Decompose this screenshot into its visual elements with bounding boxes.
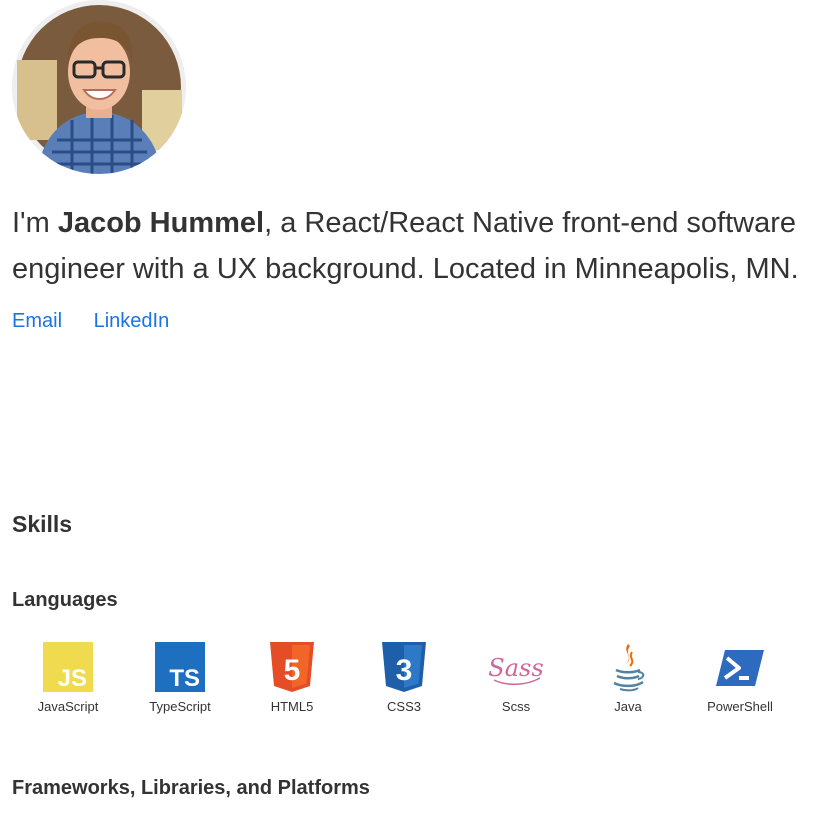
typescript-badge-text: TS	[169, 665, 200, 692]
css3-badge-text: 3	[396, 654, 413, 687]
languages-list: JS JavaScript TS TypeScript 5 HTML5 3 CS…	[12, 642, 812, 722]
languages-heading: Languages	[12, 589, 118, 611]
typescript-icon: TS	[155, 642, 205, 692]
html5-badge-text: 5	[284, 654, 301, 687]
javascript-badge-text: JS	[58, 665, 87, 692]
skills-heading: Skills	[12, 511, 73, 537]
profile-photo-image	[12, 0, 186, 174]
language-item-scss: Sass Scss	[460, 642, 572, 714]
language-item-javascript: JS JavaScript	[12, 642, 124, 714]
css3-icon: 3	[382, 642, 426, 692]
language-item-java: Java	[572, 642, 684, 714]
language-label-javascript: JavaScript	[37, 699, 99, 714]
email-link[interactable]: Email	[12, 310, 62, 332]
powershell-icon	[716, 650, 764, 686]
language-item-typescript: TS TypeScript	[124, 642, 236, 714]
intro-text: I'm Jacob Hummel, a React/React Native f…	[12, 200, 812, 292]
language-item-html5: 5 HTML5	[236, 642, 348, 714]
javascript-icon: JS	[43, 642, 93, 692]
sass-icon: Sass	[488, 654, 544, 685]
html5-icon: 5	[270, 642, 314, 692]
frameworks-heading: Frameworks, Libraries, and Platforms	[12, 777, 370, 799]
language-label-typescript: TypeScript	[149, 699, 211, 714]
language-label-java: Java	[614, 699, 642, 714]
contact-links: Email LinkedIn	[12, 310, 195, 333]
language-label-css3: CSS3	[387, 699, 421, 714]
language-item-powershell: PowerShell	[684, 642, 796, 714]
language-label-html5: HTML5	[270, 699, 314, 714]
sass-badge-text: Sass	[488, 654, 543, 682]
language-label-scss: Scss	[501, 699, 531, 714]
language-label-powershell: PowerShell	[707, 699, 773, 714]
language-item-css3: 3 CSS3	[348, 642, 460, 714]
profile-photo	[12, 0, 186, 174]
java-icon	[613, 644, 645, 692]
profile-name: Jacob Hummel	[57, 207, 265, 239]
linkedin-link[interactable]: LinkedIn	[94, 310, 170, 332]
intro-prefix: I'm	[12, 207, 58, 239]
